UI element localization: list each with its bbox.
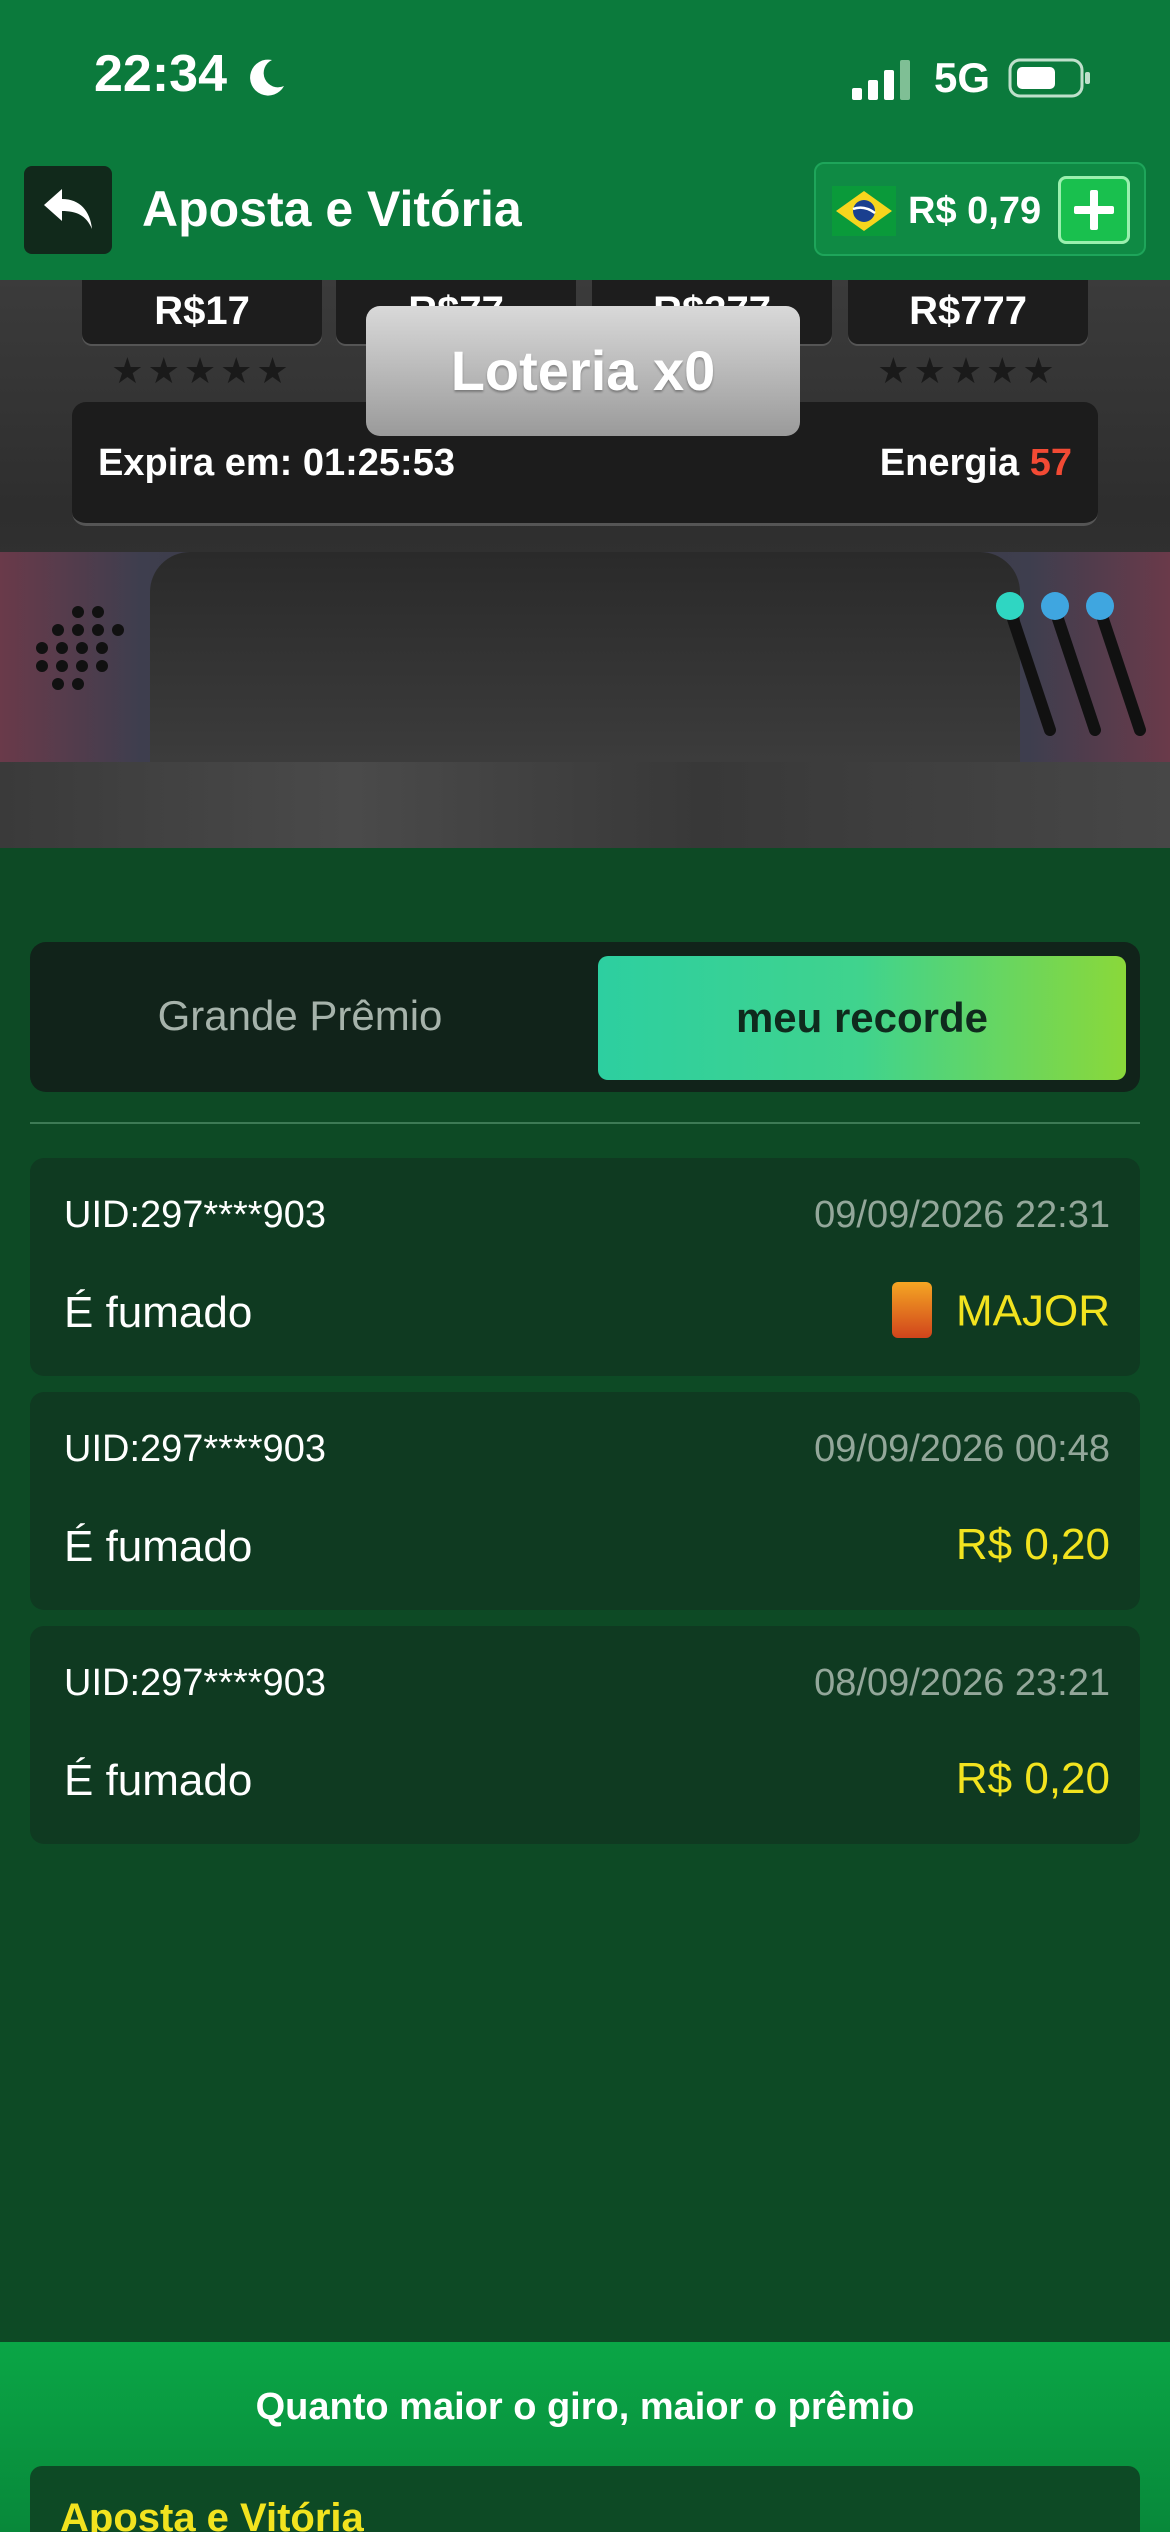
- list-item: UID:297****903 09/09/2026 22:31 É fumado…: [30, 1158, 1140, 1376]
- star-icon: ★: [220, 350, 257, 391]
- record-date: 09/09/2026 22:31: [814, 1194, 1110, 1236]
- footer-text: Quanto maior o giro, maior o prêmio: [255, 2386, 915, 2428]
- record-uid: UID:297****903: [64, 1662, 326, 1704]
- status-time: 22:34: [94, 45, 227, 103]
- star-icon: ★: [256, 350, 293, 391]
- tier-777[interactable]: R$777: [848, 280, 1088, 344]
- record-status: É fumado: [64, 1756, 253, 1805]
- star-icon: ★: [913, 350, 950, 391]
- status-bar: 22:34 5G: [0, 0, 1170, 160]
- sliders-icon: [996, 592, 1146, 736]
- energy-label-text: Energia: [879, 442, 1020, 484]
- energy-label: Energia 57: [880, 442, 1072, 485]
- record-status: É fumado: [64, 1288, 253, 1337]
- back-arrow-icon: [44, 189, 92, 229]
- record-uid: UID:297****903: [64, 1194, 326, 1236]
- tab-my-record[interactable]: meu recorde: [598, 956, 1126, 1080]
- signal-icon: [852, 60, 910, 100]
- add-balance-button[interactable]: [1058, 176, 1130, 244]
- balance-box: R$ 0,79: [814, 162, 1146, 256]
- record-prize: R$ 0,20: [955, 1520, 1110, 1569]
- tier-777-stars: ★★★★★: [848, 350, 1088, 392]
- moon-icon: [250, 59, 284, 96]
- record-prize: R$ 0,20: [955, 1754, 1110, 1803]
- record-prize-text: MAJOR: [956, 1286, 1110, 1336]
- star-icon: ★: [877, 350, 914, 391]
- footer-card-title: Aposta e Vitória: [60, 2496, 364, 2532]
- tier-17[interactable]: R$17: [82, 280, 322, 344]
- record-date: 08/09/2026 23:21: [814, 1662, 1110, 1704]
- energy-value: 57: [1029, 442, 1072, 484]
- tier-17-stars: ★★★★★: [82, 350, 322, 392]
- star-icon: ★: [949, 350, 987, 391]
- tab-bar: Grande Prêmio meu recorde: [30, 942, 1140, 1092]
- machine-base: [0, 762, 1170, 848]
- lottery-button[interactable]: Loteria x0: [336, 306, 830, 466]
- record-date: 09/09/2026 00:48: [814, 1428, 1110, 1470]
- list-item: UID:297****903 08/09/2026 23:21 É fumado…: [30, 1626, 1140, 1844]
- console-center: [150, 552, 1020, 762]
- balance-amount: R$ 0,79: [908, 190, 1042, 232]
- header: Aposta e Vitória R$ 0,79: [0, 160, 1170, 280]
- footer: Quanto maior o giro, maior o prêmio Apos…: [0, 2342, 1170, 2532]
- speaker-icon: [36, 606, 124, 690]
- star-icon: ★: [147, 350, 184, 391]
- page-title: Aposta e Vitória: [142, 181, 522, 237]
- tab-grand-prize[interactable]: Grande Prêmio: [30, 954, 570, 1078]
- star-icon: ★: [1022, 350, 1059, 391]
- lottery-button-label: Loteria x0: [366, 306, 800, 436]
- footer-card: Aposta e Vitória: [30, 2466, 1140, 2532]
- brazil-flag-icon: [832, 186, 896, 236]
- divider: [30, 1122, 1140, 1124]
- star-icon: ★: [183, 350, 221, 391]
- network-label: 5G: [934, 54, 991, 101]
- record-uid: UID:297****903: [64, 1428, 326, 1470]
- battery-icon: [1008, 58, 1090, 98]
- plus-icon: [1074, 190, 1114, 230]
- star-icon: ★: [111, 350, 148, 391]
- list-item: UID:297****903 09/09/2026 00:48 É fumado…: [30, 1392, 1140, 1610]
- record-prize: MAJOR: [892, 1282, 1110, 1342]
- star-icon: ★: [986, 350, 1023, 391]
- back-button[interactable]: [24, 166, 112, 254]
- wild-icon: [892, 1282, 932, 1338]
- record-status: É fumado: [64, 1522, 253, 1571]
